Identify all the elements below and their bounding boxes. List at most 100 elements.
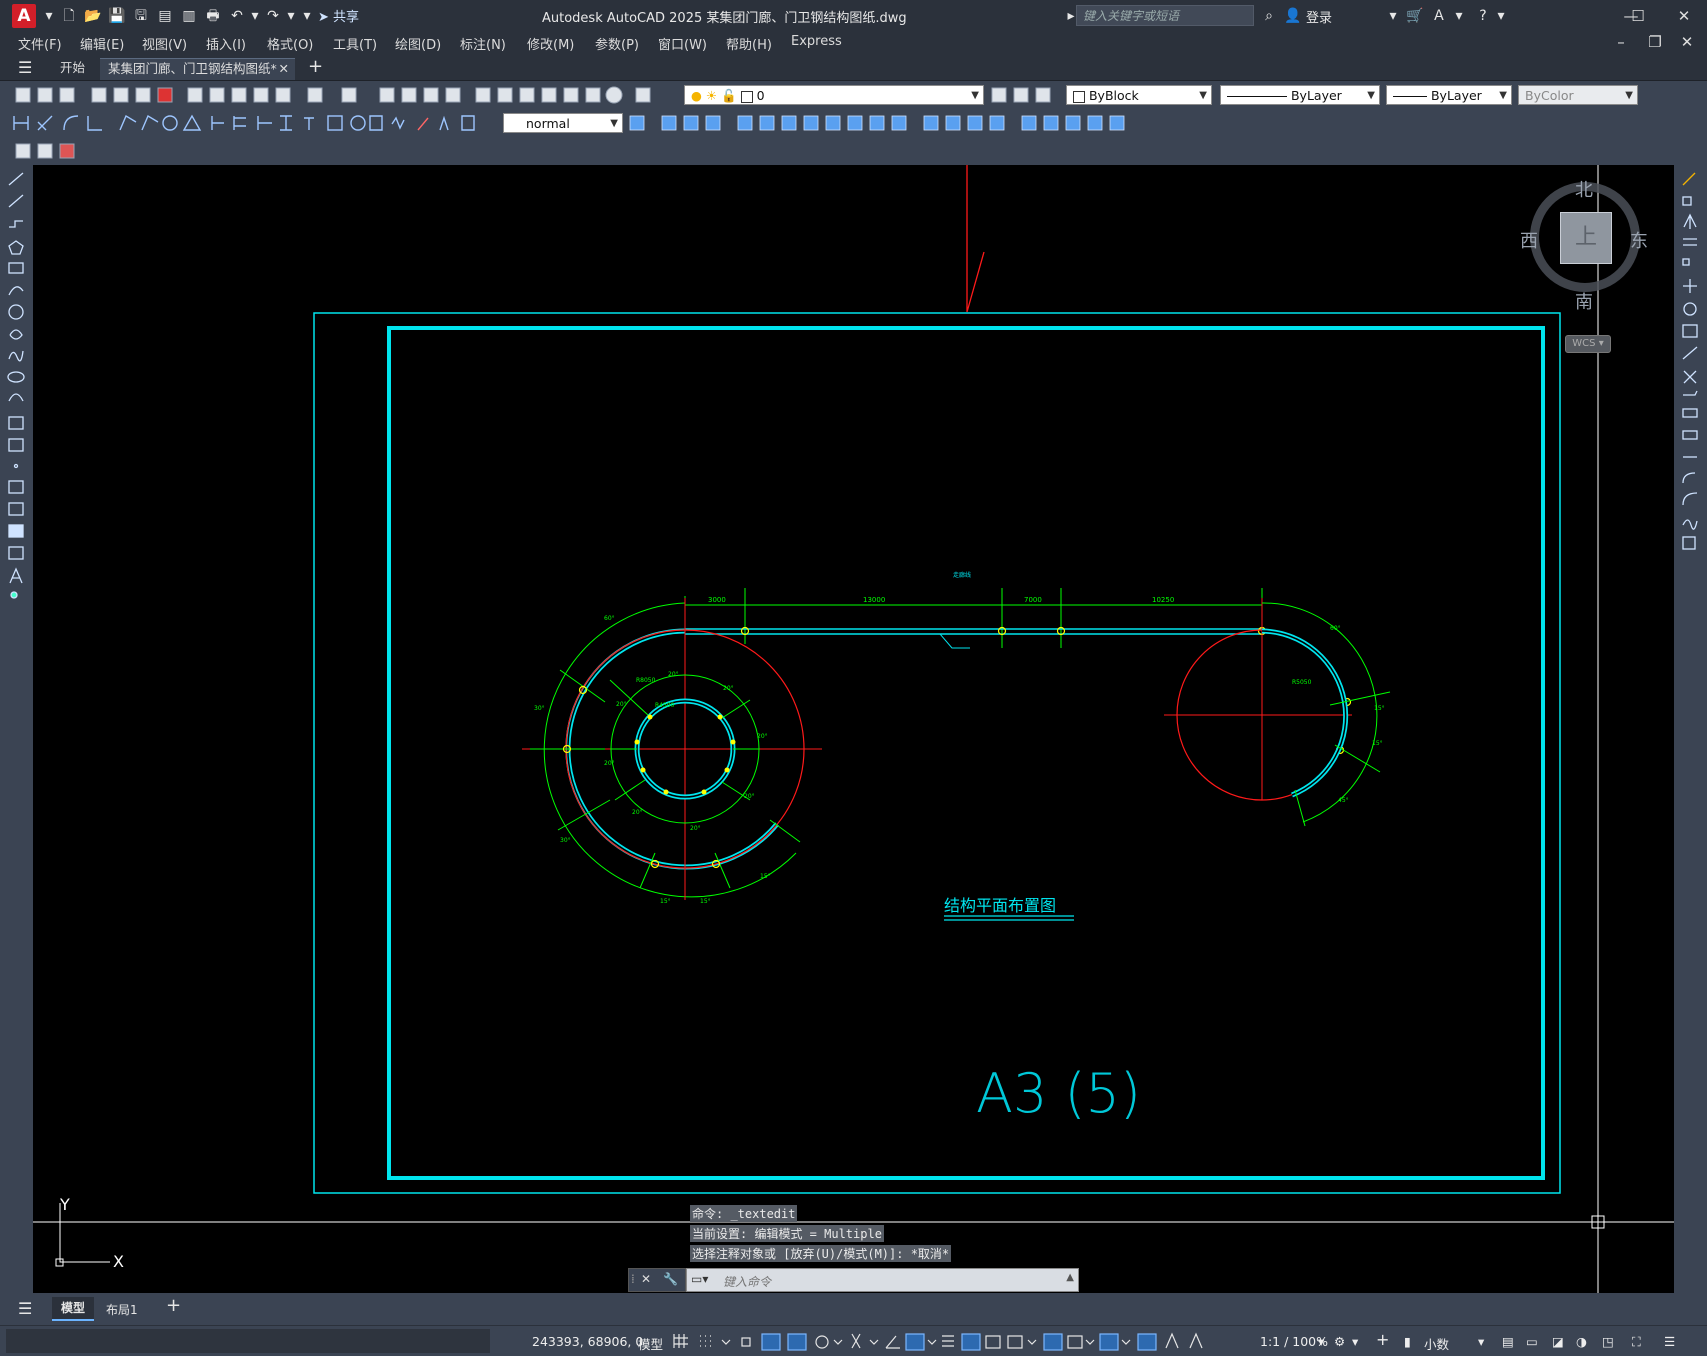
standard-toolbar-icons[interactable]: [8, 84, 668, 106]
drawing-canvas[interactable]: Y X 3000 13000 7000 10250 走廊线 60° 30° 30…: [33, 165, 1674, 1293]
chevron-down-icon[interactable]: ▾: [1352, 1334, 1358, 1349]
tab-start[interactable]: 开始: [52, 58, 93, 80]
app-menu-chevron-icon[interactable]: ▾: [40, 7, 58, 25]
plan-title[interactable]: 结构平面布置图: [944, 896, 1056, 915]
menu-draw[interactable]: 绘图(D): [395, 34, 441, 53]
cart-icon[interactable]: 🛒: [1406, 7, 1424, 25]
color-dropdown[interactable]: ByBlock ▼: [1066, 85, 1212, 105]
tab-model[interactable]: 模型: [52, 1297, 94, 1321]
hardware-acceleration-icon[interactable]: ◑: [1576, 1334, 1587, 1349]
command-prompt-icon[interactable]: ▭▾: [691, 1272, 708, 1286]
help-dropdown-icon[interactable]: ▾: [1492, 7, 1510, 25]
isolate-objects-icon[interactable]: ◪: [1552, 1334, 1564, 1349]
outer-sheet-border[interactable]: [313, 312, 1561, 1194]
customization-menu-icon[interactable]: ☰: [1664, 1334, 1675, 1349]
new-file-icon[interactable]: 🗋: [60, 7, 78, 25]
menu-insert[interactable]: 插入(I): [206, 34, 246, 53]
search-input[interactable]: 键入关键字或短语: [1076, 5, 1254, 26]
doc-minimize-icon[interactable]: –: [1604, 32, 1638, 52]
add-layout-icon[interactable]: +: [166, 1295, 181, 1316]
lock-ui-icon[interactable]: ▭: [1526, 1334, 1538, 1349]
modeling-toolbar-icons[interactable]: [628, 112, 1148, 134]
login-button[interactable]: 登录: [1306, 7, 1332, 26]
model-space-toggle[interactable]: 模型: [638, 1334, 663, 1353]
dimension-toolbar-icons[interactable]: [8, 112, 498, 134]
structure-plan[interactable]: 3000 13000 7000 10250 走廊线 60° 30° 30° 15…: [522, 571, 1391, 905]
save-as-icon[interactable]: 🖫: [132, 7, 150, 25]
layer-tools-icons[interactable]: [990, 84, 1060, 106]
viewcube-south[interactable]: 南: [1575, 288, 1593, 314]
search-icon[interactable]: ⌕: [1260, 7, 1278, 25]
login-dropdown-icon[interactable]: ▾: [1384, 7, 1402, 25]
plotstyle-dropdown[interactable]: ByColor ▼: [1518, 85, 1638, 105]
viewcube-west[interactable]: 西: [1520, 227, 1538, 253]
print-icon[interactable]: 🖶: [204, 7, 222, 25]
doc-close-icon[interactable]: ✕: [1670, 32, 1704, 52]
dimstyle-dropdown[interactable]: normal ▼: [503, 113, 623, 133]
open-folder-icon[interactable]: 📂: [84, 7, 102, 25]
menu-modify[interactable]: 修改(M): [527, 34, 574, 53]
menu-express[interactable]: Express: [791, 34, 842, 49]
cursor-coordinates[interactable]: 243393, 68906, 0: [532, 1334, 643, 1349]
tab-active-drawing[interactable]: 某集团门廊、门卫钢结构图纸* ✕: [100, 58, 295, 80]
menu-format[interactable]: 格式(O): [267, 34, 313, 53]
menu-help[interactable]: 帮助(H): [726, 34, 772, 53]
annotation-monitor-icon[interactable]: +: [1376, 1330, 1389, 1349]
undo-dropdown-icon[interactable]: ▾: [246, 7, 264, 25]
tab-layout1[interactable]: 布局1: [106, 1301, 138, 1318]
wcs-menu-button[interactable]: WCS ▾: [1565, 335, 1611, 353]
drawing-svg[interactable]: Y X 3000 13000 7000 10250 走廊线 60° 30° 30…: [33, 165, 1674, 1293]
maximize-icon[interactable]: ☐: [1618, 4, 1658, 28]
tab-close-icon[interactable]: ✕: [279, 59, 289, 79]
doc-restore-icon[interactable]: ❐: [1638, 32, 1672, 52]
chevron-down-icon[interactable]: ▾: [1478, 1334, 1484, 1349]
menu-window[interactable]: 窗口(W): [658, 34, 707, 53]
workspace-gear-icon[interactable]: ⚙: [1334, 1334, 1345, 1349]
clean-screen-toggle-icon[interactable]: ◳: [1602, 1334, 1614, 1349]
a360-dropdown-icon[interactable]: ▾: [1450, 7, 1468, 25]
units-dropdown[interactable]: 小数: [1424, 1334, 1449, 1353]
lineweight-dropdown[interactable]: ByLayer ▼: [1386, 85, 1512, 105]
save-web-icon[interactable]: ▥: [180, 7, 198, 25]
viewcube-top-face[interactable]: 上: [1560, 212, 1612, 264]
modify-toolbar-icons[interactable]: [1680, 169, 1702, 579]
user-icon[interactable]: 👤: [1284, 7, 1302, 25]
status-toggle-icons[interactable]: [672, 1332, 1252, 1352]
misc-toolbar-icons[interactable]: [8, 140, 88, 162]
customize-qat-icon[interactable]: ▾: [298, 7, 316, 25]
layout-menu-icon[interactable]: ☰: [18, 1299, 32, 1318]
undo-icon[interactable]: ↶: [228, 7, 246, 25]
units-icon[interactable]: ▮: [1404, 1334, 1411, 1349]
fullscreen-icon[interactable]: ⛶: [1632, 1334, 1641, 1350]
linetype-dropdown[interactable]: ByLayer ▼: [1220, 85, 1380, 105]
close-command-icon[interactable]: ✕: [641, 1272, 651, 1286]
menu-dimension[interactable]: 标注(N): [460, 34, 506, 53]
red-guide-line[interactable]: [966, 165, 985, 313]
viewcube-north[interactable]: 北: [1575, 176, 1593, 202]
inner-sheet-border[interactable]: [387, 326, 1545, 1180]
customize-wrench-icon[interactable]: 🔧: [663, 1272, 678, 1286]
command-history-toggle-icon[interactable]: ▲: [1066, 1272, 1074, 1283]
sheet-size-label[interactable]: A3 (5): [976, 1062, 1141, 1125]
menu-tools[interactable]: 工具(T): [333, 34, 377, 53]
viewcube[interactable]: 上 北 南 西 东: [1520, 180, 1650, 313]
layer-dropdown[interactable]: ● ☀ 🔓 0 ▼: [684, 85, 984, 105]
chevron-down-icon[interactable]: ▾: [1318, 1334, 1324, 1349]
help-icon[interactable]: ?: [1474, 7, 1492, 25]
menu-view[interactable]: 视图(V): [142, 34, 187, 53]
share-button[interactable]: ➤ 共享: [318, 6, 359, 25]
quick-properties-icon[interactable]: ▤: [1502, 1334, 1514, 1349]
open-web-icon[interactable]: ▤: [156, 7, 174, 25]
menu-edit[interactable]: 编辑(E): [80, 34, 124, 53]
close-icon[interactable]: ✕: [1664, 4, 1704, 28]
autodesk-a360-icon[interactable]: Ａ: [1430, 7, 1448, 25]
autocad-logo-icon[interactable]: A: [12, 4, 36, 28]
new-tab-icon[interactable]: +: [308, 56, 323, 77]
redo-icon[interactable]: ↷: [264, 7, 282, 25]
menu-file[interactable]: 文件(F): [18, 34, 62, 53]
viewcube-east[interactable]: 东: [1630, 227, 1648, 253]
draw-toolbar-icons[interactable]: [6, 169, 28, 629]
grip-handle-icon[interactable]: ⁞: [631, 1272, 635, 1286]
menu-parametric[interactable]: 参数(P): [595, 34, 639, 53]
save-icon[interactable]: 💾: [108, 7, 126, 25]
